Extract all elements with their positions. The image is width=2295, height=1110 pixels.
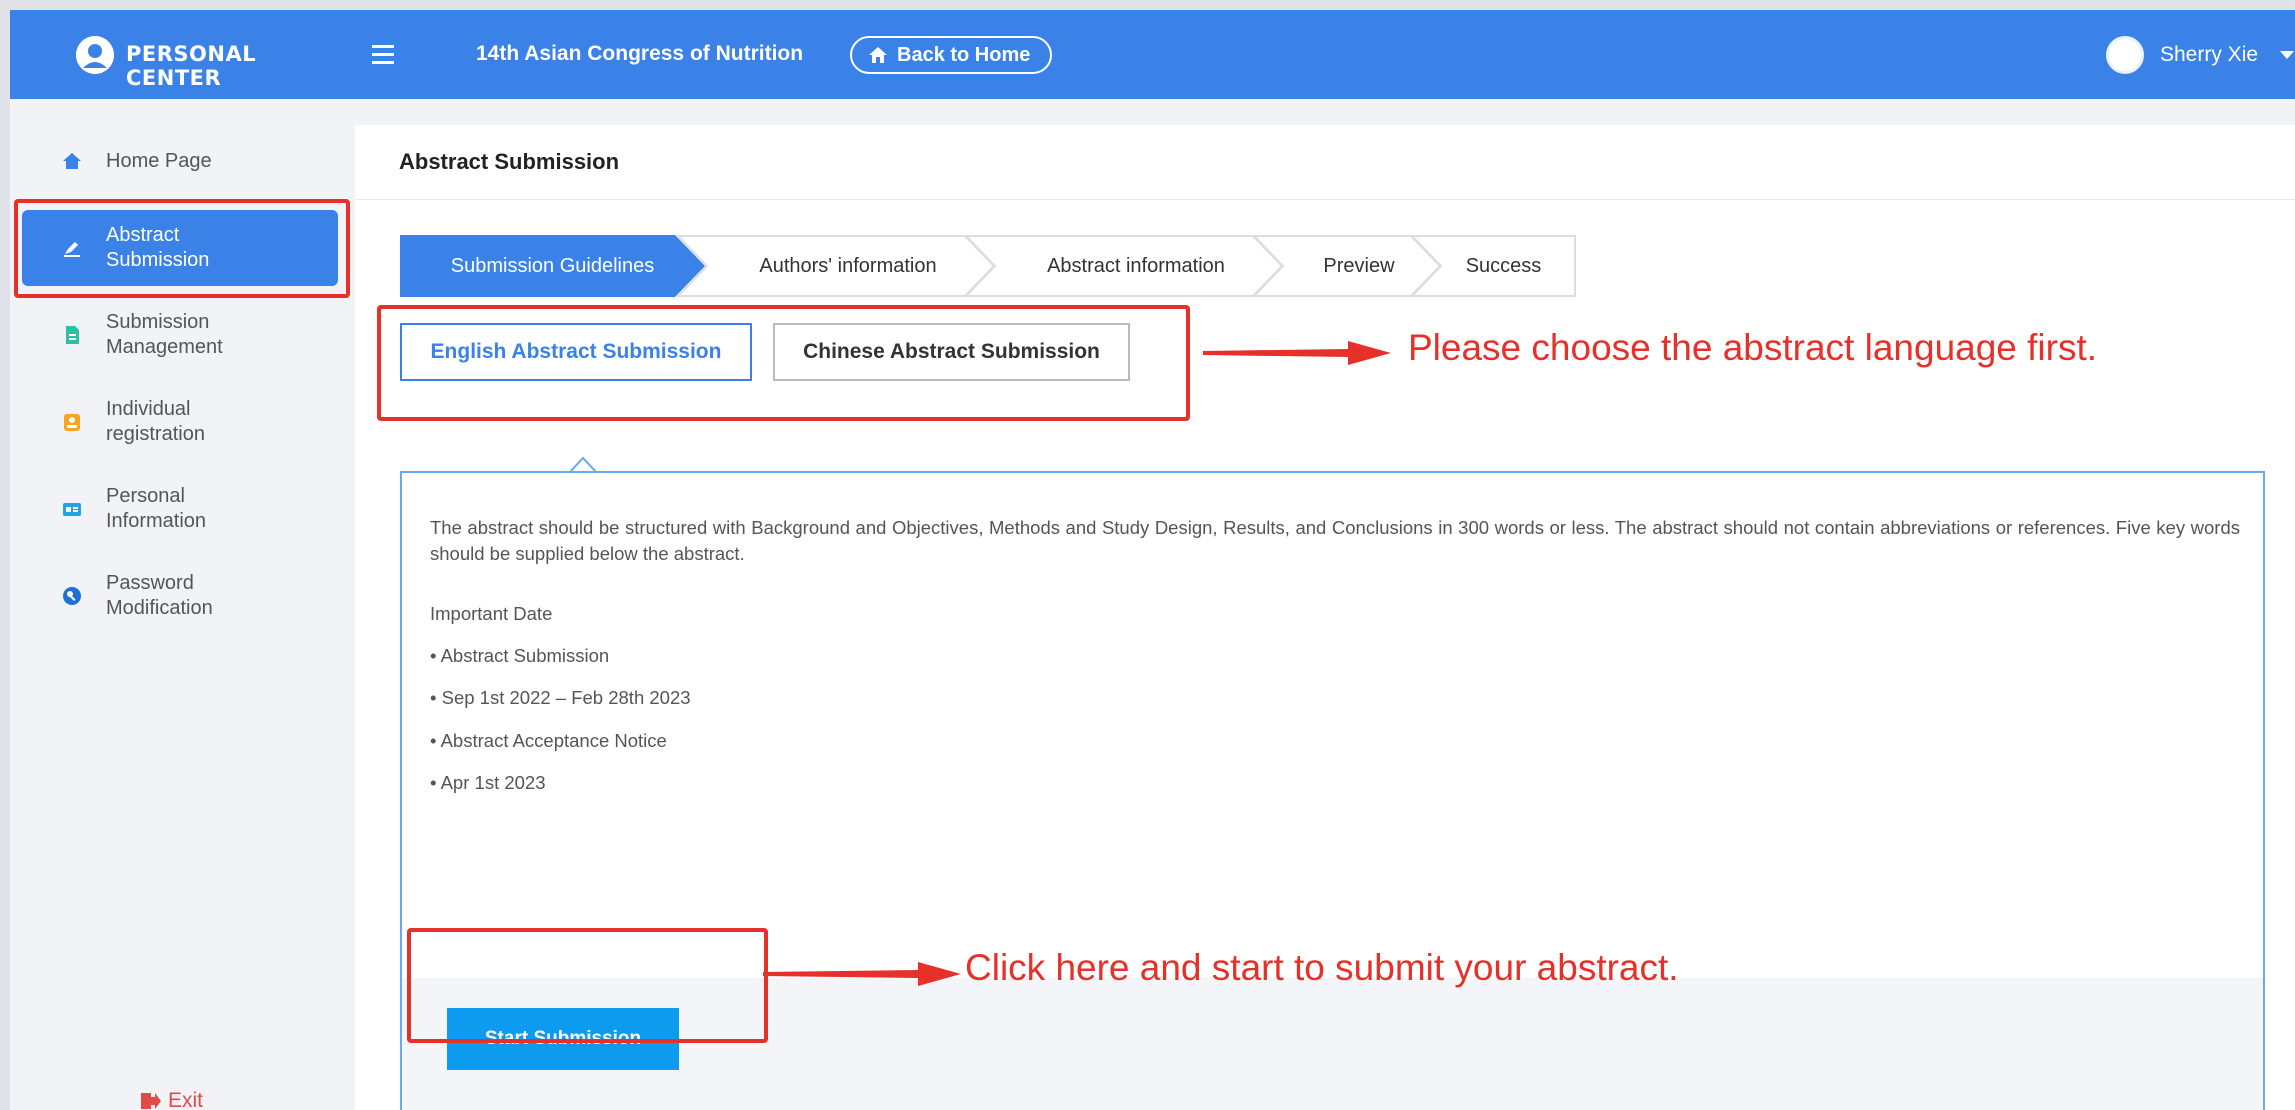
step-label: Submission Guidelines <box>450 254 655 277</box>
guideline-line: Important Date <box>430 603 553 624</box>
highlight-language-box <box>377 305 1190 421</box>
highlight-sidebar-box <box>14 199 350 298</box>
breadcrumb: Abstract Submission <box>355 125 2295 200</box>
id-card-icon <box>63 503 81 516</box>
sidebar-item-password-modification[interactable]: Password Modification <box>22 558 338 634</box>
guideline-line: • Abstract Submission <box>430 645 610 666</box>
user-name[interactable]: Sherry Xie <box>2160 43 2258 67</box>
top-bar: PERSONAL CENTER 14th Asian Congress of N… <box>10 10 2295 99</box>
avatar[interactable] <box>2106 36 2144 74</box>
person-icon <box>76 36 114 74</box>
exit-icon <box>141 1093 161 1109</box>
sidebar-item-label: Individual registration <box>106 398 205 445</box>
chevron-down-icon[interactable] <box>2280 51 2294 59</box>
step-label: Preview <box>1323 254 1395 277</box>
exit-button[interactable]: Exit <box>140 1089 203 1110</box>
step-abstract-information[interactable]: Abstract information <box>965 235 1283 297</box>
guideline-line: • Apr 1st 2023 <box>430 772 546 793</box>
guideline-line: • Abstract Acceptance Notice <box>430 730 667 751</box>
guidelines-paragraph: The abstract should be structured with B… <box>430 517 2240 564</box>
brand: PERSONAL CENTER <box>10 10 345 99</box>
guideline-line: • Sep 1st 2022 – Feb 28th 2023 <box>430 687 691 708</box>
step-success[interactable]: Success <box>1411 235 1576 297</box>
exit-label: Exit <box>168 1089 204 1110</box>
language-annotation: Please choose the abstract language firs… <box>1408 327 2098 368</box>
document-icon <box>66 326 79 344</box>
sidebar-item-individual-registration[interactable]: Individual registration <box>22 384 338 460</box>
sidebar-item-label: Home Page <box>106 149 212 172</box>
home-icon <box>869 47 887 63</box>
start-annotation: Click here and start to submit your abst… <box>965 947 1679 988</box>
key-icon <box>63 587 81 605</box>
highlight-start-box <box>407 928 768 1043</box>
step-submission-guidelines[interactable]: Submission Guidelines <box>400 235 705 297</box>
conference-title: 14th Asian Congress of Nutrition <box>476 42 804 65</box>
sidebar-item-label: Submission Management <box>106 311 223 358</box>
tab-pointer-icon <box>570 456 596 472</box>
id-badge-icon <box>64 414 80 431</box>
progress-steps: Submission Guidelines Authors' informati… <box>400 235 1600 297</box>
home-icon <box>63 153 81 169</box>
sidebar-item-label: Personal Information <box>106 485 207 532</box>
back-to-home-label: Back to Home <box>897 43 1031 66</box>
step-authors-information[interactable]: Authors' information <box>677 235 995 297</box>
back-to-home-button[interactable]: Back to Home <box>850 36 1053 74</box>
step-label: Authors' information <box>759 254 937 277</box>
app-window: PERSONAL CENTER 14th Asian Congress of N… <box>10 10 2295 1110</box>
page-title: Abstract Submission <box>399 149 620 174</box>
menu-toggle-icon[interactable] <box>372 43 398 67</box>
sidebar-item-home[interactable]: Home Page <box>22 123 338 199</box>
sidebar-item-submission-management[interactable]: Submission Management <box>22 297 338 373</box>
arrow-icon <box>763 962 961 986</box>
step-label: Abstract information <box>1047 254 1225 277</box>
brand-title: PERSONAL CENTER <box>126 42 257 90</box>
sidebar-item-label: Password Modification <box>106 572 213 619</box>
step-label: Success <box>1465 254 1542 277</box>
sidebar-item-personal-information[interactable]: Personal Information <box>22 471 338 547</box>
arrow-icon <box>1203 341 1391 365</box>
